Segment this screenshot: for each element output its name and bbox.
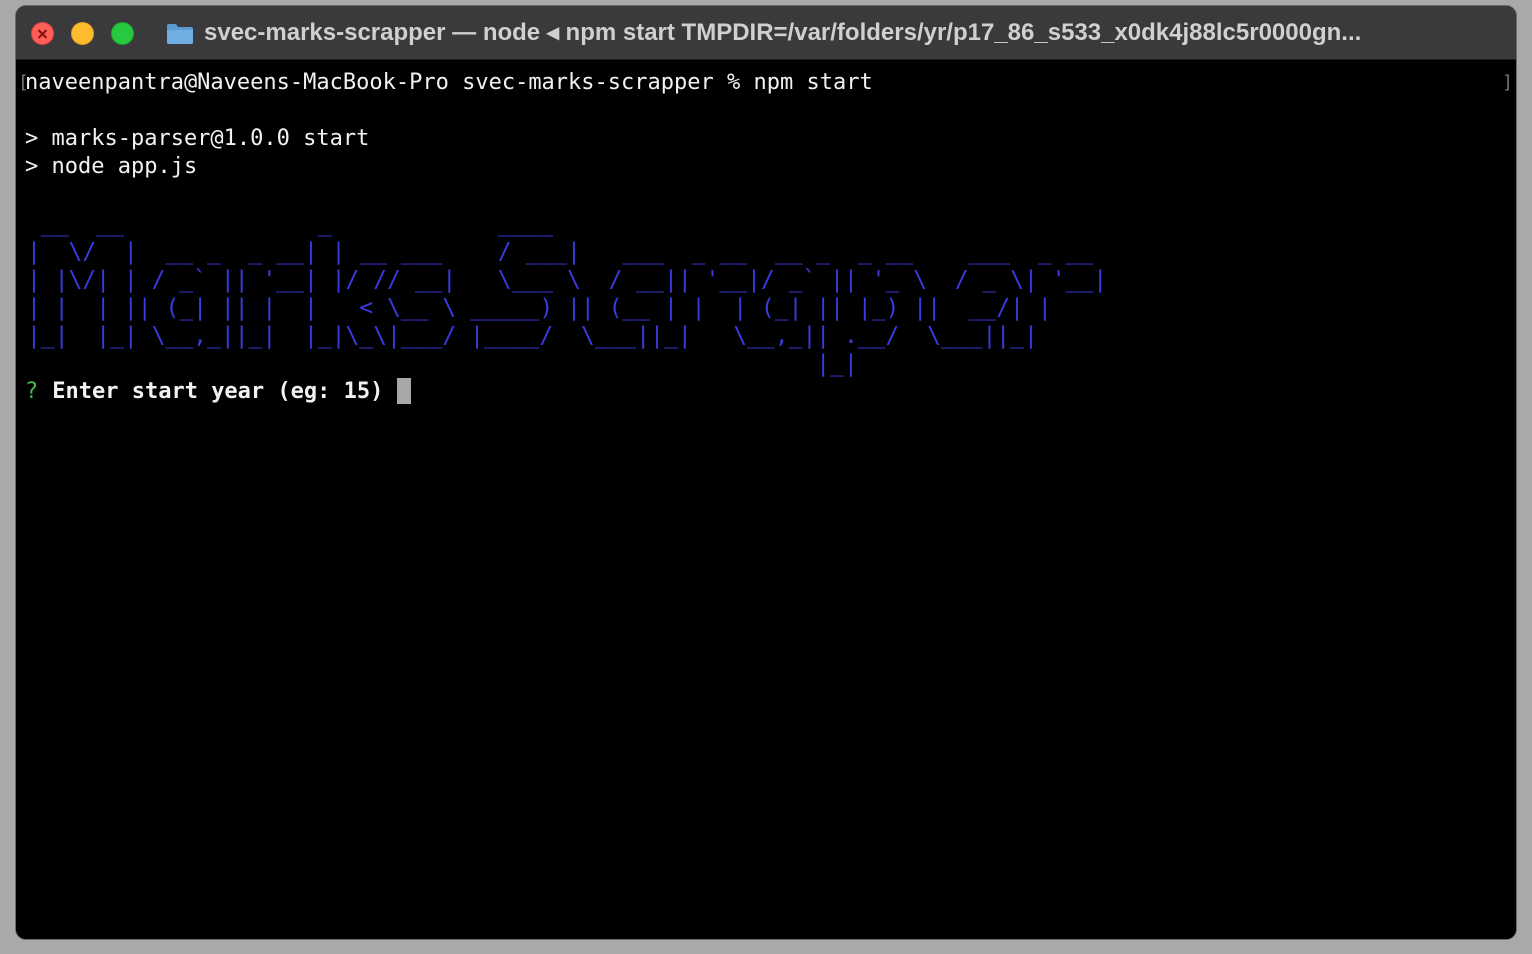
- npm-script-line: > marks-parser@1.0.0 start: [25, 126, 370, 151]
- ascii-banner: __ __ _ ____ | \/ | __ _ _ __| | __ ___ …: [27, 211, 1108, 377]
- folder-icon: [167, 24, 193, 44]
- text-cursor[interactable]: [397, 378, 412, 404]
- shell-command-line: naveenpantra@Naveens-MacBook-Pro svec-ma…: [25, 70, 873, 95]
- line-mark-right: ]: [1502, 72, 1513, 93]
- zoom-icon[interactable]: [111, 22, 134, 45]
- minimize-icon[interactable]: [71, 22, 94, 45]
- prompt-marker: ?: [25, 378, 39, 404]
- window-title: svec-marks-scrapper — node ◂ npm start T…: [204, 19, 1362, 46]
- terminal-output[interactable]: [ ] naveenpantra@Naveens-MacBook-Pro sve…: [16, 60, 1516, 939]
- input-prompt[interactable]: ? Enter start year (eg: 15): [25, 378, 412, 404]
- terminal-window: svec-marks-scrapper — node ◂ npm start T…: [15, 5, 1517, 940]
- node-command-line: > node app.js: [25, 154, 198, 179]
- prompt-question: Enter start year (eg: 15): [52, 378, 384, 404]
- title-bar[interactable]: svec-marks-scrapper — node ◂ npm start T…: [16, 6, 1516, 60]
- close-icon[interactable]: [31, 22, 54, 45]
